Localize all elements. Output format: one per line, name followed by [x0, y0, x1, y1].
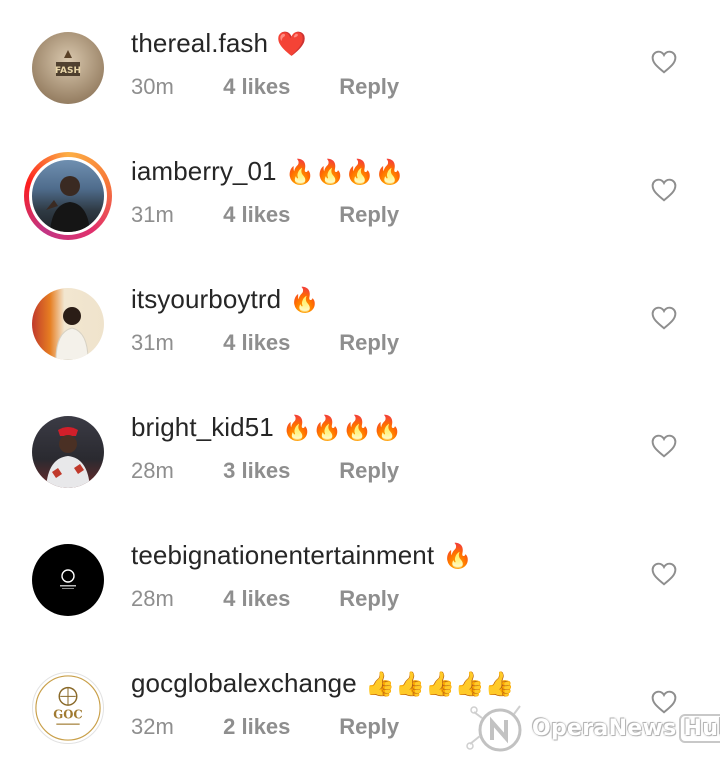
like-heart-icon[interactable] — [651, 50, 677, 74]
like-heart-icon[interactable] — [651, 306, 677, 330]
username[interactable]: iamberry_01 — [131, 156, 277, 186]
like-heart-icon[interactable] — [651, 178, 677, 202]
comment-meta: 28m 3 likes Reply — [131, 458, 399, 484]
comment-text-line: thereal.fash ❤️ — [131, 28, 306, 59]
fash-logo-icon: FASH — [55, 50, 81, 76]
comment-meta: 31m 4 likes Reply — [131, 202, 399, 228]
comment-meta: 28m 4 likes Reply — [131, 586, 399, 612]
comment-emoji: 🔥🔥🔥🔥 — [282, 415, 402, 442]
comment-likes[interactable]: 4 likes — [223, 74, 333, 100]
avatar[interactable] — [32, 544, 104, 616]
avatar[interactable]: FASH — [32, 32, 104, 104]
avatar[interactable] — [24, 152, 112, 240]
comment-time: 31m — [131, 330, 174, 355]
comment-meta: 32m 2 likes Reply — [131, 714, 399, 740]
comment-time: 32m — [131, 714, 174, 739]
comment-likes[interactable]: 2 likes — [223, 714, 333, 740]
comment-text-line: teebignationentertainment 🔥 — [131, 540, 473, 571]
comment-time: 31m — [131, 202, 174, 227]
person-photo-icon — [46, 427, 90, 488]
username[interactable]: thereal.fash — [131, 28, 268, 58]
reply-button[interactable]: Reply — [339, 714, 399, 740]
person-photo-icon — [55, 307, 89, 360]
comment-item: itsyourboytrd 🔥 31m 4 likes Reply — [0, 256, 720, 384]
like-heart-icon[interactable] — [651, 562, 677, 586]
comment-likes[interactable]: 4 likes — [223, 202, 333, 228]
username[interactable]: gocglobalexchange — [131, 668, 357, 698]
svg-text:GOC: GOC — [53, 708, 82, 722]
avatar[interactable] — [32, 288, 104, 360]
comment-item: bright_kid51 🔥🔥🔥🔥 28m 3 likes Reply — [0, 384, 720, 512]
person-photo-icon — [46, 176, 90, 232]
comment-likes[interactable]: 4 likes — [223, 330, 333, 356]
comment-item: FASH thereal.fash ❤️ 30m 4 likes Reply — [0, 0, 720, 128]
comment-text-line: iamberry_01 🔥🔥🔥🔥 — [131, 156, 405, 187]
comment-text-line: itsyourboytrd 🔥 — [131, 284, 319, 315]
goc-logo-icon: GOC — [35, 675, 101, 741]
comment-time: 28m — [131, 586, 174, 611]
comment-emoji: 🔥 — [289, 287, 320, 314]
comment-emoji: 🔥🔥🔥🔥 — [285, 159, 405, 186]
comment-emoji: 🔥 — [442, 543, 473, 570]
reply-button[interactable]: Reply — [339, 458, 399, 484]
username[interactable]: teebignationentertainment — [131, 540, 434, 570]
comment-item: teebignationentertainment 🔥 28m 4 likes … — [0, 512, 720, 640]
avatar[interactable] — [32, 416, 104, 488]
reply-button[interactable]: Reply — [339, 330, 399, 356]
username[interactable]: bright_kid51 — [131, 412, 274, 442]
svg-text:FASH: FASH — [55, 66, 81, 76]
watermark-text: OperaNewsHub — [532, 714, 720, 743]
comment-item: iamberry_01 🔥🔥🔥🔥 31m 4 likes Reply — [0, 128, 720, 256]
comment-emoji: 👍👍👍👍👍 — [365, 671, 515, 698]
teebig-logo-icon — [60, 569, 76, 589]
reply-button[interactable]: Reply — [339, 74, 399, 100]
comment-meta: 31m 4 likes Reply — [131, 330, 399, 356]
comment-likes[interactable]: 3 likes — [223, 458, 333, 484]
like-heart-icon[interactable] — [651, 434, 677, 458]
avatar[interactable]: GOC — [32, 672, 104, 744]
operanews-logo-icon — [466, 705, 522, 752]
comment-emoji: ❤️ — [276, 31, 307, 58]
comment-likes[interactable]: 4 likes — [223, 586, 333, 612]
comment-text-line: gocglobalexchange 👍👍👍👍👍 — [131, 668, 515, 699]
operanews-hub-watermark: OperaNewsHub — [466, 700, 720, 758]
comment-time: 28m — [131, 458, 174, 483]
username[interactable]: itsyourboytrd — [131, 284, 281, 314]
reply-button[interactable]: Reply — [339, 202, 399, 228]
comment-meta: 30m 4 likes Reply — [131, 74, 399, 100]
comment-time: 30m — [131, 74, 174, 99]
comment-text-line: bright_kid51 🔥🔥🔥🔥 — [131, 412, 402, 443]
reply-button[interactable]: Reply — [339, 586, 399, 612]
